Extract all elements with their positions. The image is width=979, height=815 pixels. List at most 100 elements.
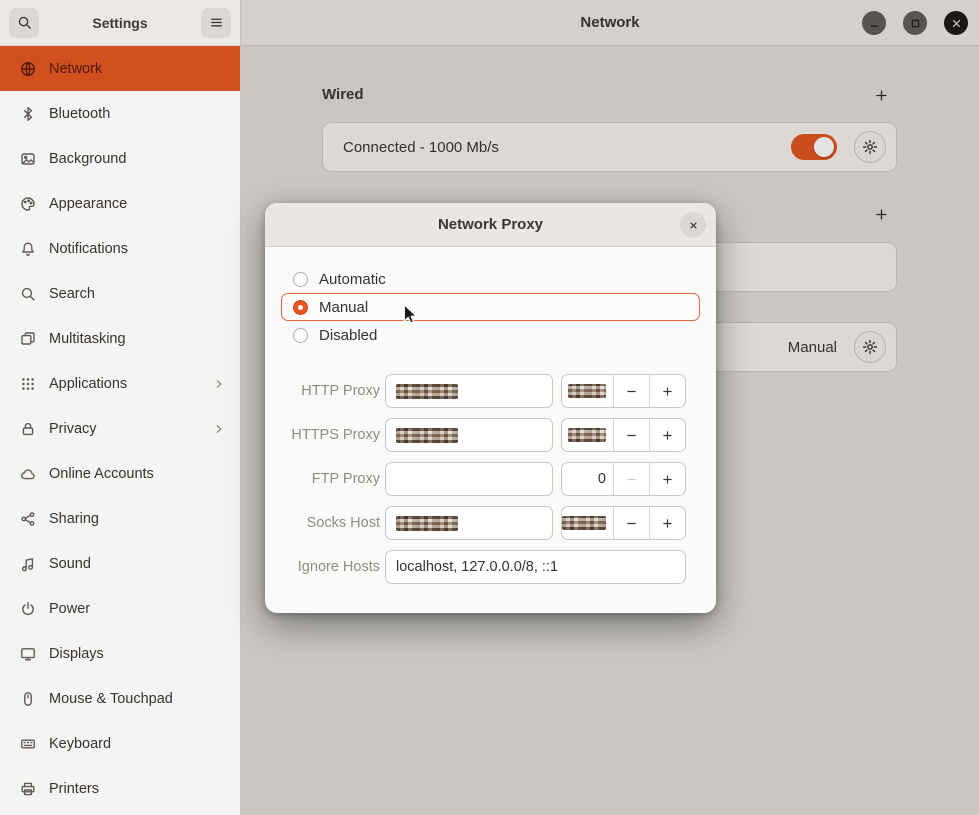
close-button[interactable] bbox=[944, 11, 968, 35]
sidebar-item-label: Displays bbox=[49, 646, 104, 662]
plus-icon bbox=[874, 88, 889, 103]
decrement-button[interactable] bbox=[613, 463, 649, 495]
monitor-icon bbox=[20, 646, 36, 662]
decrement-button[interactable] bbox=[613, 375, 649, 407]
keyboard-icon bbox=[20, 736, 36, 752]
wired-connection-row[interactable]: Connected - 1000 Mb/s bbox=[322, 122, 897, 172]
http-proxy-port-stepper bbox=[561, 374, 686, 408]
sidebar-item-multitasking[interactable]: Multitasking bbox=[0, 316, 240, 361]
windows-icon bbox=[20, 331, 36, 347]
sidebar-item-appearance[interactable]: Appearance bbox=[0, 181, 240, 226]
sidebar-item-sharing[interactable]: Sharing bbox=[0, 496, 240, 541]
picture-icon bbox=[20, 151, 36, 167]
wired-section-heading: Wired bbox=[322, 86, 364, 103]
plus-icon bbox=[661, 473, 674, 486]
increment-button[interactable] bbox=[649, 463, 685, 495]
increment-button[interactable] bbox=[649, 419, 685, 451]
ftp-proxy-row: FTP Proxy 0 bbox=[281, 462, 700, 496]
chevron-right-icon bbox=[212, 377, 226, 391]
magnifier-icon bbox=[20, 286, 36, 302]
increment-button[interactable] bbox=[649, 375, 685, 407]
search-button[interactable] bbox=[9, 8, 39, 38]
socks-host-input[interactable] bbox=[385, 506, 553, 540]
main-headerbar: Network bbox=[241, 0, 979, 46]
proxy-mode-group: Automatic Manual Disabled bbox=[281, 265, 700, 349]
window-controls bbox=[862, 11, 968, 35]
ftp-proxy-text-input[interactable] bbox=[396, 471, 542, 487]
decrement-button[interactable] bbox=[613, 507, 649, 539]
sidebar-item-printers[interactable]: Printers bbox=[0, 766, 240, 811]
add-vpn-button[interactable] bbox=[866, 199, 896, 229]
radio-label: Automatic bbox=[319, 271, 386, 288]
https-proxy-input[interactable] bbox=[385, 418, 553, 452]
chevron-right-icon bbox=[212, 422, 226, 436]
radio-icon bbox=[293, 272, 308, 287]
decrement-button[interactable] bbox=[613, 419, 649, 451]
sidebar-item-mouse-touchpad[interactable]: Mouse & Touchpad bbox=[0, 676, 240, 721]
port-number: 0 bbox=[598, 471, 606, 487]
radio-checked-icon bbox=[293, 300, 308, 315]
sidebar-item-applications[interactable]: Applications bbox=[0, 361, 240, 406]
sidebar-item-notifications[interactable]: Notifications bbox=[0, 226, 240, 271]
ignore-hosts-input[interactable] bbox=[385, 550, 686, 584]
sidebar-item-bluetooth[interactable]: Bluetooth bbox=[0, 91, 240, 136]
sidebar: Settings Network Bluetooth Background Ap… bbox=[0, 0, 241, 815]
port-value[interactable] bbox=[562, 419, 613, 451]
ignore-hosts-text-input[interactable] bbox=[396, 559, 675, 575]
port-value[interactable] bbox=[562, 375, 613, 407]
minimize-icon bbox=[868, 17, 881, 30]
redacted-value bbox=[396, 516, 458, 531]
sidebar-item-label: Appearance bbox=[49, 196, 127, 212]
close-icon bbox=[950, 17, 963, 30]
share-icon bbox=[20, 511, 36, 527]
radio-row-disabled[interactable]: Disabled bbox=[281, 321, 700, 349]
sidebar-item-search[interactable]: Search bbox=[0, 271, 240, 316]
gear-icon bbox=[862, 339, 878, 355]
sidebar-item-label: Search bbox=[49, 286, 95, 302]
dialog-title: Network Proxy bbox=[438, 216, 543, 233]
socks-port-stepper bbox=[561, 506, 686, 540]
sidebar-item-label: Printers bbox=[49, 781, 99, 797]
grid-icon bbox=[20, 376, 36, 392]
minus-icon bbox=[625, 473, 638, 486]
minimize-button[interactable] bbox=[862, 11, 886, 35]
redacted-value bbox=[396, 384, 458, 399]
port-value[interactable] bbox=[562, 507, 613, 539]
gear-icon bbox=[862, 139, 878, 155]
sidebar-item-sound[interactable]: Sound bbox=[0, 541, 240, 586]
wired-toggle-switch[interactable] bbox=[791, 134, 837, 160]
wired-settings-button[interactable] bbox=[854, 131, 886, 163]
plus-icon bbox=[874, 207, 889, 222]
sidebar-item-privacy[interactable]: Privacy bbox=[0, 406, 240, 451]
add-wired-connection-button[interactable] bbox=[866, 80, 896, 110]
radio-row-automatic[interactable]: Automatic bbox=[281, 265, 700, 293]
ftp-proxy-input[interactable] bbox=[385, 462, 553, 496]
ftp-proxy-port-stepper: 0 bbox=[561, 462, 686, 496]
radio-label: Manual bbox=[319, 299, 368, 316]
menu-button[interactable] bbox=[201, 8, 231, 38]
sidebar-item-online-accounts[interactable]: Online Accounts bbox=[0, 451, 240, 496]
https-proxy-row: HTTPS Proxy bbox=[281, 418, 700, 452]
cloud-icon bbox=[20, 466, 36, 482]
sidebar-item-displays[interactable]: Displays bbox=[0, 631, 240, 676]
dialog-close-button[interactable] bbox=[680, 212, 706, 238]
hamburger-icon bbox=[209, 15, 224, 30]
http-proxy-input[interactable] bbox=[385, 374, 553, 408]
power-icon bbox=[20, 601, 36, 617]
increment-button[interactable] bbox=[649, 507, 685, 539]
palette-icon bbox=[20, 196, 36, 212]
redacted-value bbox=[568, 384, 606, 398]
sidebar-item-power[interactable]: Power bbox=[0, 586, 240, 631]
mouse-icon bbox=[20, 691, 36, 707]
sidebar-item-keyboard[interactable]: Keyboard bbox=[0, 721, 240, 766]
dialog-headerbar: Network Proxy bbox=[265, 203, 716, 247]
sidebar-item-background[interactable]: Background bbox=[0, 136, 240, 181]
http-proxy-row: HTTP Proxy bbox=[281, 374, 700, 408]
maximize-button[interactable] bbox=[903, 11, 927, 35]
minus-icon bbox=[625, 517, 638, 530]
proxy-settings-button[interactable] bbox=[854, 331, 886, 363]
port-value[interactable]: 0 bbox=[562, 463, 613, 495]
sidebar-item-network[interactable]: Network bbox=[0, 46, 240, 91]
radio-row-manual[interactable]: Manual bbox=[281, 293, 700, 321]
redacted-value bbox=[396, 428, 458, 443]
